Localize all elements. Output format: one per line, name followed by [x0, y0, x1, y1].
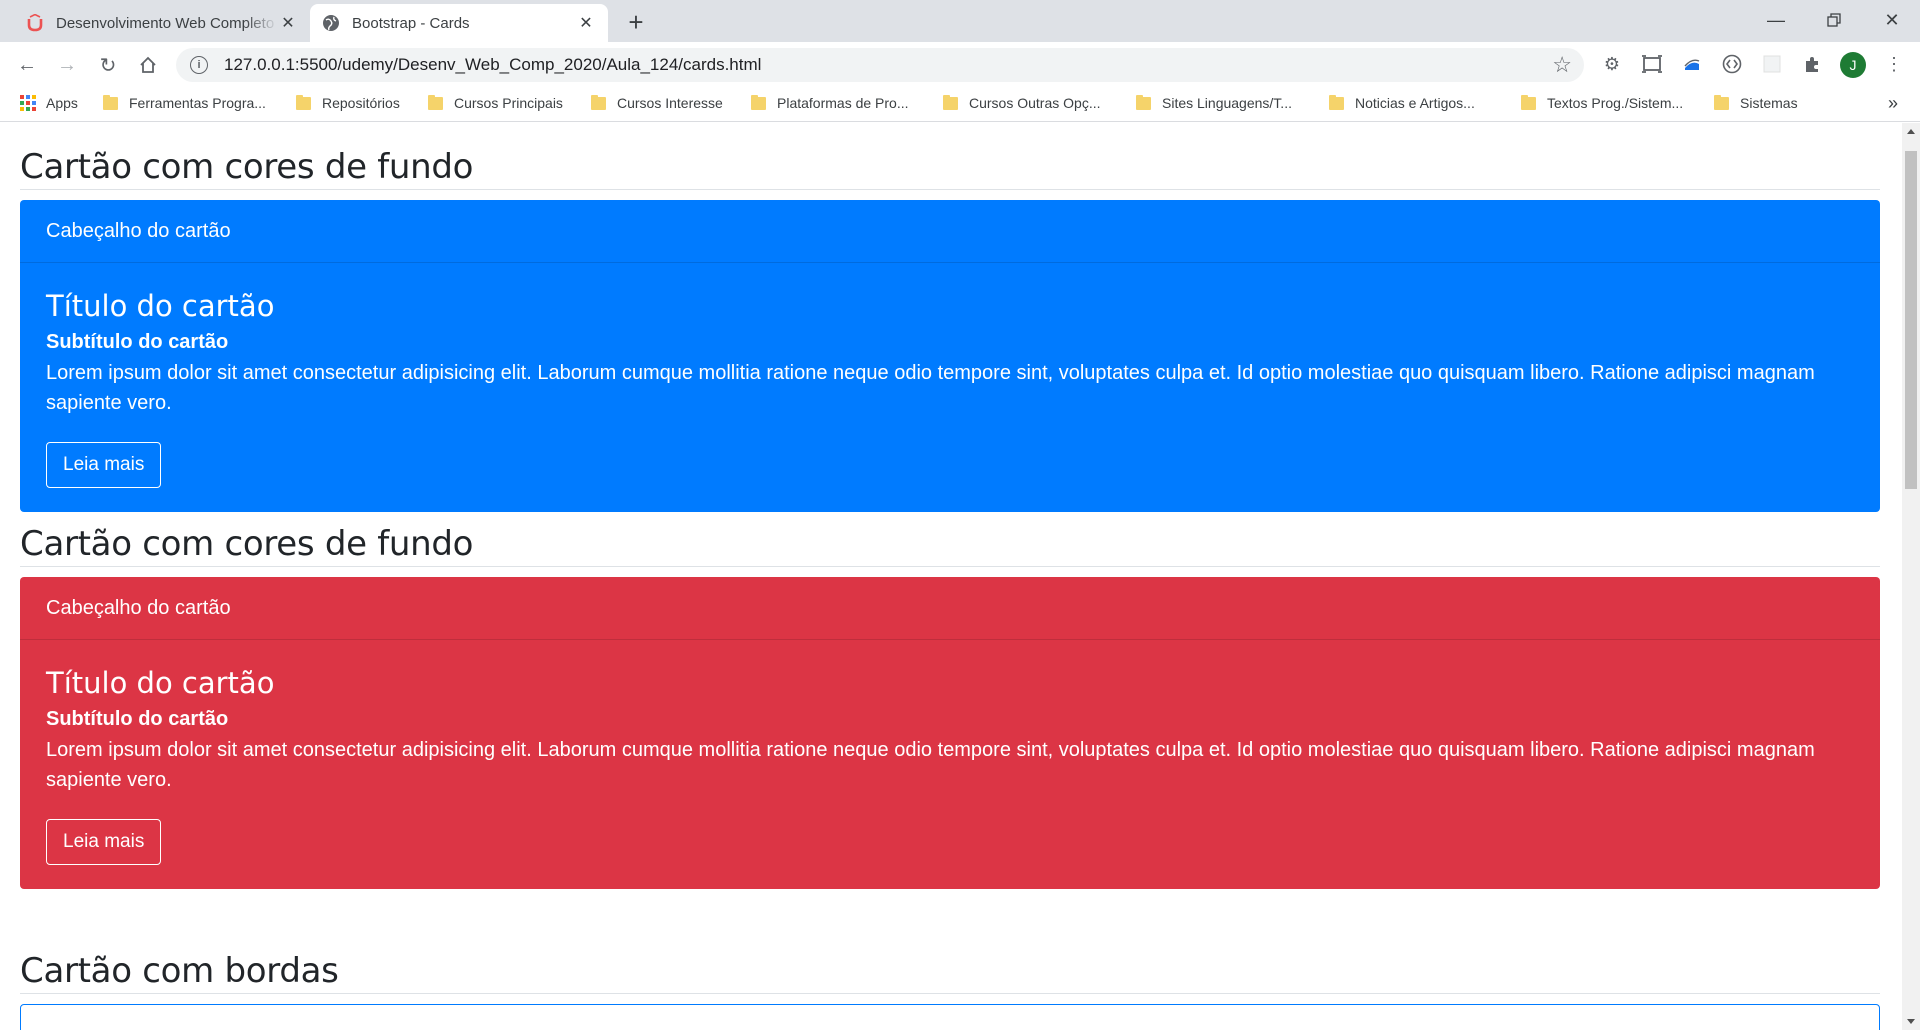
browser-toolbar: ← → ↻ i 127.0.0.1:5500/udemy/Desenv_Web_…: [0, 42, 1920, 87]
bookmark-folder[interactable]: Sistemas: [1714, 94, 1798, 111]
udemy-logo-icon: [26, 14, 44, 32]
page-viewport: Cartão com cores de fundo Cabeçalho do c…: [0, 123, 1920, 1030]
read-more-button[interactable]: Leia mais: [46, 442, 162, 488]
card-body: Título do cartão Subtítulo do cartão Lor…: [20, 263, 1880, 512]
tab-title: Desenvolvimento Web Completo: [56, 14, 275, 32]
folder-icon: [751, 94, 766, 110]
tab-bootstrap-cards[interactable]: Bootstrap - Cards ✕: [310, 4, 608, 42]
globe-icon: [322, 14, 340, 32]
card-body: Título do cartão Subtítulo do cartão Lor…: [20, 640, 1880, 889]
close-icon[interactable]: ✕: [576, 13, 596, 33]
apps-grid-icon: [20, 95, 36, 111]
screenshot-extension-icon[interactable]: [1640, 52, 1664, 76]
back-arrow-icon[interactable]: ←: [12, 50, 42, 80]
folder-icon: [1329, 94, 1344, 110]
card-subtitle: Subtítulo do cartão: [46, 708, 229, 730]
folder-icon: [1136, 94, 1151, 110]
folder-icon: [103, 94, 118, 110]
home-icon[interactable]: [133, 50, 163, 80]
folder-icon: [296, 94, 311, 110]
card-header: Cabeçalho do cartão: [20, 577, 1880, 640]
minimize-icon[interactable]: —: [1748, 0, 1804, 40]
scroll-down-arrow-icon[interactable]: [1907, 1019, 1915, 1024]
folder-icon: [1714, 94, 1729, 110]
reload-icon[interactable]: ↻: [93, 50, 123, 80]
bookmarks-bar: Apps Ferramentas Progra... Repositórios …: [0, 87, 1920, 122]
extension-code-icon[interactable]: [1720, 52, 1744, 76]
close-icon[interactable]: ✕: [278, 13, 298, 33]
info-icon[interactable]: i: [190, 56, 208, 74]
extension-blue-icon[interactable]: [1680, 52, 1704, 76]
read-more-button[interactable]: Leia mais: [46, 819, 162, 865]
url-text: 127.0.0.1:5500/udemy/Desenv_Web_Comp_202…: [224, 55, 762, 74]
forward-arrow-icon[interactable]: →: [52, 50, 82, 80]
folder-icon: [943, 94, 958, 110]
card-primary: Cabeçalho do cartão Título do cartão Sub…: [20, 200, 1880, 512]
card-text: Lorem ipsum dolor sit amet consectetur a…: [46, 739, 1815, 791]
bookmark-folder[interactable]: Textos Prog./Sistem...: [1521, 94, 1683, 111]
bookmark-folder[interactable]: Cursos Principais: [428, 94, 563, 111]
new-tab-plus-icon[interactable]: +: [622, 7, 650, 37]
folder-icon: [1521, 94, 1536, 110]
card-subtitle: Subtítulo do cartão: [46, 331, 229, 353]
bookmark-folder[interactable]: Plataformas de Pro...: [751, 94, 909, 111]
scrollbar-thumb[interactable]: [1905, 151, 1917, 489]
card-title: Título do cartão: [46, 666, 275, 700]
tab-strip: Desenvolvimento Web Completo ✕ Bootstrap…: [0, 0, 1920, 42]
tab-title: Bootstrap - Cards: [352, 14, 470, 32]
bookmark-folder[interactable]: Cursos Interesse: [591, 94, 723, 111]
bookmark-folder[interactable]: Cursos Outras Opç...: [943, 94, 1100, 111]
section-title: Cartão com cores de fundo: [20, 123, 1880, 190]
extension-blank-icon[interactable]: [1760, 52, 1784, 76]
tab-udemy[interactable]: Desenvolvimento Web Completo ✕: [14, 4, 310, 42]
card-bordered: [20, 1004, 1880, 1030]
bookmark-apps[interactable]: Apps: [20, 95, 78, 111]
card-text: Lorem ipsum dolor sit amet consectetur a…: [46, 362, 1815, 414]
extension-gear-icon[interactable]: ⚙: [1600, 52, 1624, 76]
page-content: Cartão com cores de fundo Cabeçalho do c…: [20, 123, 1880, 1030]
address-bar[interactable]: i 127.0.0.1:5500/udemy/Desenv_Web_Comp_2…: [176, 48, 1584, 82]
bookmark-folder[interactable]: Ferramentas Progra...: [103, 94, 266, 111]
profile-avatar[interactable]: J: [1840, 52, 1866, 78]
folder-icon: [428, 94, 443, 110]
kebab-menu-icon[interactable]: ⋮: [1882, 52, 1906, 76]
section-title: Cartão com bordas: [20, 889, 1880, 994]
window-close-icon[interactable]: ✕: [1864, 0, 1920, 40]
bookmark-folder[interactable]: Sites Linguagens/T...: [1136, 94, 1292, 111]
vertical-scrollbar[interactable]: [1902, 123, 1920, 1030]
card-danger: Cabeçalho do cartão Título do cartão Sub…: [20, 577, 1880, 889]
bookmark-folder[interactable]: Repositórios: [296, 94, 400, 111]
section-title: Cartão com cores de fundo: [20, 512, 1880, 567]
bookmark-folder[interactable]: Noticias e Artigos...: [1329, 94, 1475, 111]
bookmark-star-icon[interactable]: ☆: [1552, 52, 1572, 78]
restore-icon[interactable]: [1806, 0, 1862, 40]
more-bookmarks-chevron-icon[interactable]: »: [1888, 93, 1898, 114]
scroll-up-arrow-icon[interactable]: [1907, 129, 1915, 134]
extensions-puzzle-icon[interactable]: [1800, 52, 1824, 76]
folder-icon: [591, 94, 606, 110]
card-title: Título do cartão: [46, 289, 275, 323]
card-header: Cabeçalho do cartão: [20, 200, 1880, 263]
